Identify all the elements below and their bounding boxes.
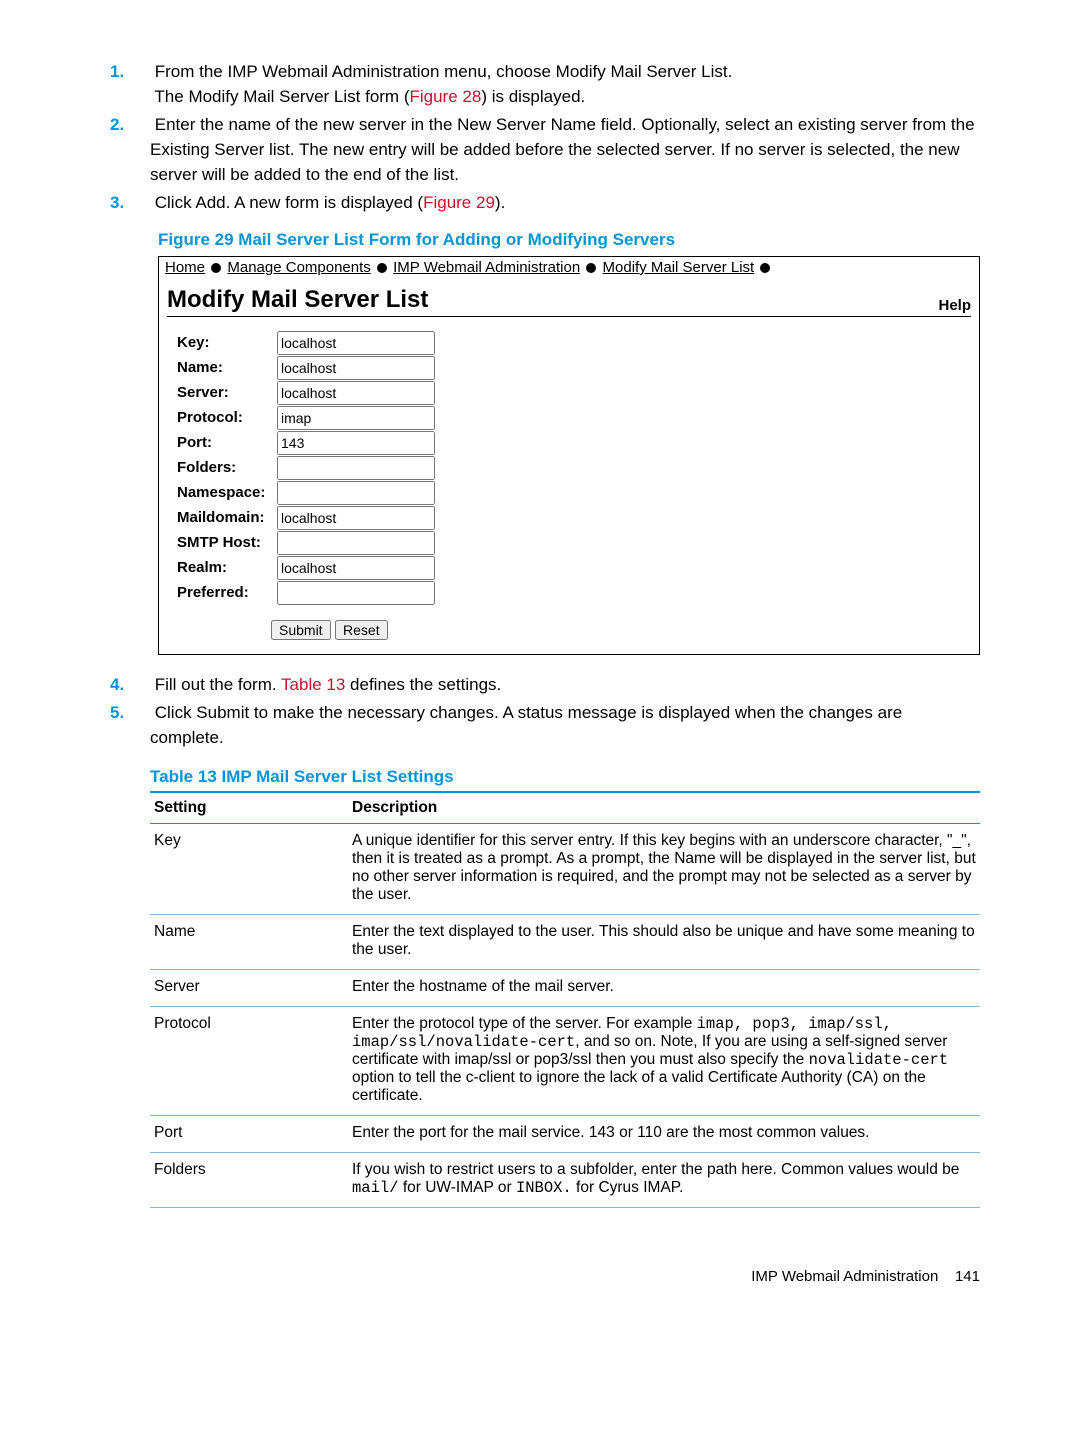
input-name[interactable] xyxy=(277,356,435,380)
breadcrumb-separator-icon xyxy=(377,263,387,273)
th-setting: Setting xyxy=(150,792,348,824)
breadcrumb: Home Manage Components IMP Webmail Admin… xyxy=(159,257,979,278)
figure-29-caption: Figure 29 Mail Server List Form for Addi… xyxy=(158,230,980,250)
input-key[interactable] xyxy=(277,331,435,355)
cell-desc-port: Enter the port for the mail service. 143… xyxy=(348,1115,980,1152)
step-4-post: defines the settings. xyxy=(345,675,501,694)
step-1-line1: From the IMP Webmail Administration menu… xyxy=(155,62,733,81)
figure-29-box: Home Manage Components IMP Webmail Admin… xyxy=(158,256,980,655)
figure-28-link[interactable]: Figure 28 xyxy=(409,87,481,106)
table-row: Port Enter the port for the mail service… xyxy=(150,1115,980,1152)
settings-table: Setting Description Key A unique identif… xyxy=(150,791,980,1208)
table-13-link[interactable]: Table 13 xyxy=(281,675,345,694)
label-realm: Realm: xyxy=(177,559,277,576)
cell-desc-name: Enter the text displayed to the user. Th… xyxy=(348,914,980,969)
label-server: Server: xyxy=(177,384,277,401)
step-5-text: Click Submit to make the necessary chang… xyxy=(150,703,902,747)
breadcrumb-modify-list[interactable]: Modify Mail Server List xyxy=(603,259,755,276)
input-server[interactable] xyxy=(277,381,435,405)
breadcrumb-manage-components[interactable]: Manage Components xyxy=(227,259,370,276)
cell-desc-protocol: Enter the protocol type of the server. F… xyxy=(348,1006,980,1115)
label-namespace: Namespace: xyxy=(177,484,277,501)
table-row: Folders If you wish to restrict users to… xyxy=(150,1152,980,1207)
step-3-pre: Click Add. A new form is displayed ( xyxy=(155,193,423,212)
table-row: Key A unique identifier for this server … xyxy=(150,823,980,914)
input-protocol[interactable] xyxy=(277,406,435,430)
breadcrumb-imp-webmail[interactable]: IMP Webmail Administration xyxy=(393,259,580,276)
table-row: Protocol Enter the protocol type of the … xyxy=(150,1006,980,1115)
step-number-5: 5. xyxy=(110,701,150,726)
step-number-3: 3. xyxy=(110,191,150,216)
breadcrumb-separator-icon xyxy=(211,263,221,273)
step-1-line2-pre: The Modify Mail Server List form ( xyxy=(154,87,409,106)
submit-button[interactable]: Submit xyxy=(271,620,331,640)
input-maildomain[interactable] xyxy=(277,506,435,530)
cell-desc-key: A unique identifier for this server entr… xyxy=(348,823,980,914)
cell-desc-server: Enter the hostname of the mail server. xyxy=(348,969,980,1006)
reset-button[interactable]: Reset xyxy=(335,620,388,640)
label-key: Key: xyxy=(177,334,277,351)
cell-setting-protocol: Protocol xyxy=(150,1006,348,1115)
label-port: Port: xyxy=(177,434,277,451)
figure-29-link[interactable]: Figure 29 xyxy=(423,193,495,212)
input-realm[interactable] xyxy=(277,556,435,580)
table-row: Server Enter the hostname of the mail se… xyxy=(150,969,980,1006)
step-number-2: 2. xyxy=(110,113,150,138)
label-smtphost: SMTP Host: xyxy=(177,534,277,551)
step-2-text: Enter the name of the new server in the … xyxy=(150,115,975,183)
breadcrumb-separator-icon xyxy=(586,263,596,273)
label-protocol: Protocol: xyxy=(177,409,277,426)
label-name: Name: xyxy=(177,359,277,376)
footer-text: IMP Webmail Administration xyxy=(751,1268,938,1285)
cell-desc-folders: If you wish to restrict users to a subfo… xyxy=(348,1152,980,1207)
input-folders[interactable] xyxy=(277,456,435,480)
step-1-line2-post: ) is displayed. xyxy=(481,87,585,106)
cell-setting-name: Name xyxy=(150,914,348,969)
cell-setting-port: Port xyxy=(150,1115,348,1152)
breadcrumb-home[interactable]: Home xyxy=(165,259,205,276)
footer-page: 141 xyxy=(955,1268,980,1285)
input-preferred[interactable] xyxy=(277,581,435,605)
input-namespace[interactable] xyxy=(277,481,435,505)
label-preferred: Preferred: xyxy=(177,584,277,601)
step-3-post: ). xyxy=(495,193,505,212)
cell-setting-server: Server xyxy=(150,969,348,1006)
mail-server-form: Key: Name: Server: Protocol: Port: Folde… xyxy=(159,331,979,605)
th-description: Description xyxy=(348,792,980,824)
breadcrumb-separator-icon xyxy=(760,263,770,273)
table-row: Name Enter the text displayed to the use… xyxy=(150,914,980,969)
step-4-pre: Fill out the form. xyxy=(155,675,281,694)
input-port[interactable] xyxy=(277,431,435,455)
panel-title: Modify Mail Server List xyxy=(167,286,428,314)
step-number-4: 4. xyxy=(110,673,150,698)
table-13-caption: Table 13 IMP Mail Server List Settings xyxy=(150,767,980,787)
cell-setting-key: Key xyxy=(150,823,348,914)
label-maildomain: Maildomain: xyxy=(177,509,277,526)
help-link[interactable]: Help xyxy=(938,297,971,314)
input-smtphost[interactable] xyxy=(277,531,435,555)
step-number-1: 1. xyxy=(110,60,150,85)
cell-setting-folders: Folders xyxy=(150,1152,348,1207)
label-folders: Folders: xyxy=(177,459,277,476)
panel-divider xyxy=(167,316,971,317)
